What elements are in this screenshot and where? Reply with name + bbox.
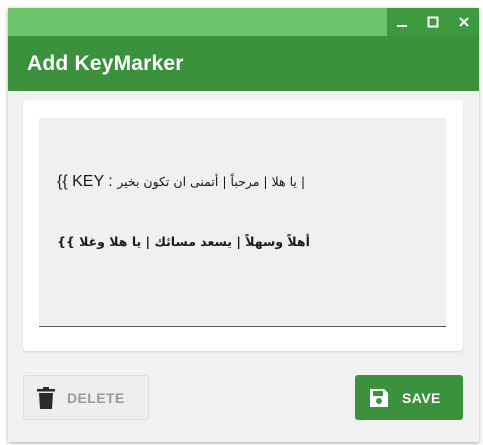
minimize-button[interactable] xyxy=(391,11,413,33)
window-controls xyxy=(387,8,479,36)
maximize-button[interactable] xyxy=(422,11,444,33)
minimize-icon xyxy=(397,25,408,27)
save-button[interactable]: SAVE xyxy=(355,375,463,420)
dialog-header: Add KeyMarker xyxy=(8,36,479,91)
delete-button-label: DELETE xyxy=(67,389,125,406)
keymarker-text-input[interactable]: {{ KEY : يا هلا | مرحباً | أتمنى ان تكون… xyxy=(39,118,446,327)
delete-button[interactable]: DELETE xyxy=(23,375,149,420)
text-line-1-arabic: يا هلا | مرحباً | أتمنى ان تكون بخير | xyxy=(117,174,306,189)
text-line-2: {{ أهلاً وسهلاً | يسعد مسائك | يا هلا وغ… xyxy=(57,234,310,249)
text-line-1: {{ KEY : يا هلا | مرحباً | أتمنى ان تكون… xyxy=(57,172,428,192)
title-bar[interactable] xyxy=(8,8,479,36)
close-button[interactable] xyxy=(453,11,475,33)
trash-icon xyxy=(37,386,55,409)
close-icon xyxy=(458,17,469,27)
dialog-title: Add KeyMarker xyxy=(27,51,184,75)
dialog-window: Add KeyMarker {{ KEY : يا هلا | مرحباً |… xyxy=(8,8,479,442)
text-line-1-prefix: {{ KEY : xyxy=(57,173,118,190)
save-button-label: SAVE xyxy=(402,389,441,406)
maximize-icon xyxy=(427,16,439,28)
editor-card: {{ KEY : يا هلا | مرحباً | أتمنى ان تكون… xyxy=(23,100,463,351)
floppy-disk-icon xyxy=(369,388,389,408)
